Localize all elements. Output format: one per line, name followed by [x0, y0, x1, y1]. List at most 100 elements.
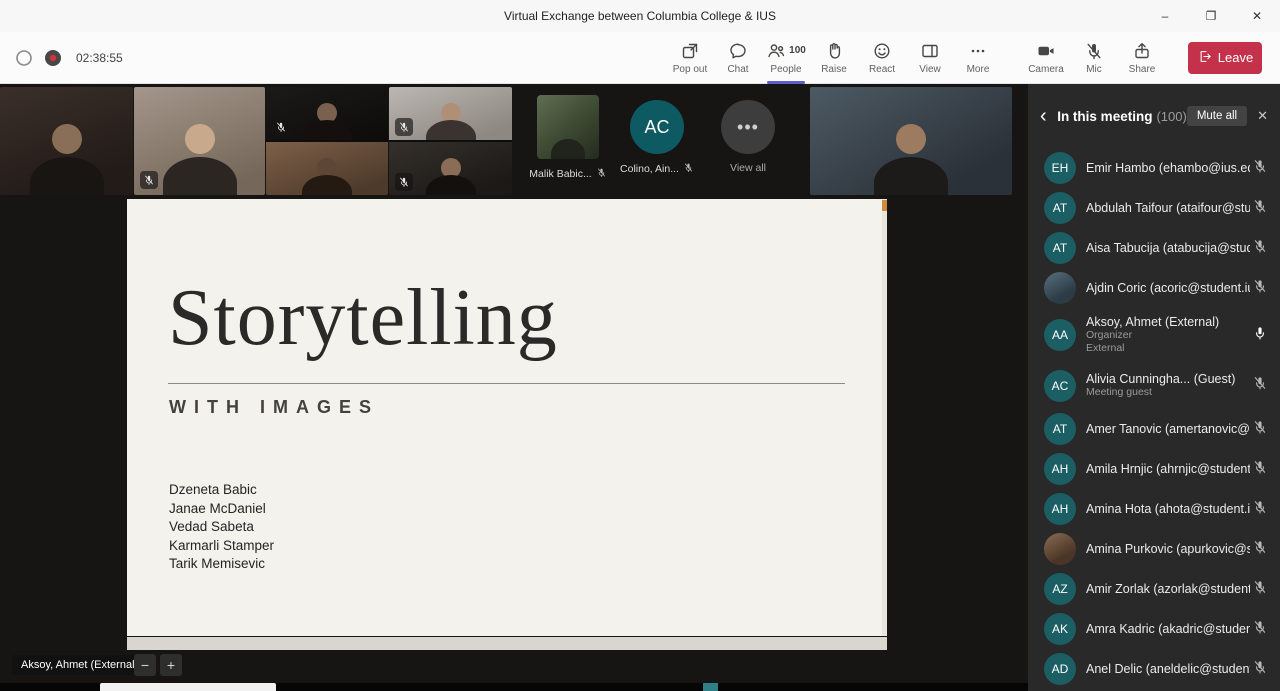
view-all-button[interactable]: ••• View all	[706, 87, 790, 195]
video-tile[interactable]	[266, 142, 388, 195]
more-button[interactable]: More	[954, 32, 1002, 84]
participant-text: Alivia Cunningha... (Guest) Meeting gues…	[1086, 372, 1250, 399]
meeting-stage: Malik Babic... AC Colino, Ain... ••• Vie…	[0, 84, 1028, 691]
avatar: AA	[1044, 319, 1076, 351]
back-chevron-icon[interactable]: ‹	[1040, 106, 1051, 126]
participants-panel: ‹ In this meeting (100) Mute all ✕ EH Em…	[1028, 84, 1280, 691]
participant-mic-status	[1250, 579, 1270, 600]
mic-muted-icon	[1252, 278, 1268, 299]
share-button[interactable]: Share	[1118, 32, 1166, 84]
participant-row[interactable]: EH Emir Hambo (ehambo@ius.edu...	[1028, 148, 1280, 188]
taskbar-search-box[interactable]	[100, 683, 276, 691]
people-icon	[766, 41, 786, 61]
participant-role: Meeting guest	[1086, 386, 1250, 399]
participant-row[interactable]: AT Aisa Tabucija (atabucija@student...	[1028, 228, 1280, 268]
participant-name: Amer Tanovic (amertanovic@stu...	[1086, 422, 1250, 436]
video-tile[interactable]	[389, 87, 512, 140]
chat-button[interactable]: Chat	[714, 32, 762, 84]
avatar	[1044, 533, 1076, 565]
participant-mic-status	[1250, 375, 1270, 396]
mic-muted-icon	[1252, 238, 1268, 259]
raise-hand-button[interactable]: Raise	[810, 32, 858, 84]
video-tile[interactable]	[0, 87, 133, 195]
participant-mic-status	[1250, 198, 1270, 219]
participant-name-label: Malik Babic...	[529, 168, 591, 180]
avatar: AD	[1044, 653, 1076, 685]
participant-mic-status	[1250, 419, 1270, 440]
os-taskbar-sliver[interactable]	[0, 683, 1028, 691]
mic-muted-icon	[1084, 41, 1104, 61]
participant-row[interactable]: AD Anel Delic (aneldelic@student.iu...	[1028, 649, 1280, 689]
video-tile[interactable]	[389, 142, 512, 195]
presenter-name-overlay: Aksoy, Ahmet (External)	[12, 655, 147, 675]
meeting-toolbar: 02:38:55 Pop out Chat 100 People	[0, 32, 1280, 84]
avatar: AK	[1044, 613, 1076, 645]
participant-text: Amina Hota (ahota@student.ius...	[1086, 502, 1250, 516]
view-all-label: View all	[730, 162, 766, 174]
participant-name: Amra Kadric (akadric@student.iu...	[1086, 622, 1250, 636]
participant-row[interactable]: Amina Purkovic (apurkovic@stu...	[1028, 529, 1280, 569]
participant-list: EH Emir Hambo (ehambo@ius.edu... AT Abdu…	[1028, 148, 1280, 691]
participant-row[interactable]: AK Amra Kadric (akadric@student.iu...	[1028, 609, 1280, 649]
view-button[interactable]: View	[906, 32, 954, 84]
video-tile-large[interactable]	[810, 87, 1012, 195]
people-button[interactable]: 100 People	[762, 32, 810, 84]
participant-mic-status	[1250, 238, 1270, 259]
taskbar-app-icon[interactable]	[703, 683, 718, 691]
participant-row[interactable]: AH Amina Hota (ahota@student.ius...	[1028, 489, 1280, 529]
mic-muted-icon	[1252, 419, 1268, 440]
participant-row[interactable]: AT Abdulah Taifour (ataifour@stude...	[1028, 188, 1280, 228]
meeting-timer: 02:38:55	[76, 51, 123, 65]
participant-row[interactable]: Ajdin Coric (acoric@student.ius...	[1028, 268, 1280, 308]
participant-row[interactable]: AH Amila Hrnjic (ahrnjic@student.iu...	[1028, 449, 1280, 489]
leave-icon	[1197, 49, 1212, 67]
slide-author: Tarik Memisevic	[169, 555, 274, 574]
camera-icon	[1036, 41, 1056, 61]
panel-title: In this meeting	[1057, 109, 1152, 124]
slide-subtitle: WITH IMAGES	[169, 397, 379, 418]
participant-row[interactable]: AC Alivia Cunningha... (Guest) Meeting g…	[1028, 362, 1280, 409]
slide-scrollbar[interactable]	[882, 199, 887, 636]
participant-role: External	[1086, 342, 1250, 355]
audio-participant-tile[interactable]: Malik Babic...	[524, 87, 612, 195]
participant-text: Amina Purkovic (apurkovic@stu...	[1086, 542, 1250, 556]
popout-button[interactable]: Pop out	[666, 32, 714, 84]
participant-name: Amir Zorlak (azorlak@student.iu...	[1086, 582, 1250, 596]
panel-close-icon[interactable]: ✕	[1257, 108, 1268, 124]
participant-row[interactable]: AT Amer Tanovic (amertanovic@stu...	[1028, 409, 1280, 449]
avatar: AH	[1044, 453, 1076, 485]
slide-author: Dzeneta Babic	[169, 481, 274, 500]
view-layout-icon	[920, 41, 940, 61]
mic-muted-icon	[1252, 375, 1268, 396]
participant-text: Abdulah Taifour (ataifour@stude...	[1086, 201, 1250, 215]
zoom-in-button[interactable]: +	[160, 654, 182, 676]
titlebar: Virtual Exchange between Columbia Colleg…	[0, 0, 1280, 32]
video-tile[interactable]	[134, 87, 265, 195]
participant-text: Anel Delic (aneldelic@student.iu...	[1086, 662, 1250, 676]
participant-row[interactable]: AA Aksoy, Ahmet (External) OrganizerExte…	[1028, 308, 1280, 362]
participant-text: Emir Hambo (ehambo@ius.edu...	[1086, 161, 1250, 175]
participant-text: Aksoy, Ahmet (External) OrganizerExterna…	[1086, 315, 1250, 355]
participants-panel-header: ‹ In this meeting (100) Mute all ✕	[1028, 84, 1280, 148]
maximize-button[interactable]: ❐	[1188, 0, 1234, 32]
mic-button[interactable]: Mic	[1070, 32, 1118, 84]
participant-row[interactable]: AZ Amir Zorlak (azorlak@student.iu...	[1028, 569, 1280, 609]
react-button[interactable]: React	[858, 32, 906, 84]
video-tile-stack	[389, 87, 512, 195]
close-button[interactable]: ✕	[1234, 0, 1280, 32]
video-tile[interactable]	[266, 87, 388, 140]
zoom-controls: − +	[134, 654, 182, 676]
camera-button[interactable]: Camera	[1022, 32, 1070, 84]
participant-mic-status	[1250, 539, 1270, 560]
minimize-button[interactable]: –	[1142, 0, 1188, 32]
zoom-out-button[interactable]: −	[134, 654, 156, 676]
slide-author: Karmarli Stamper	[169, 537, 274, 556]
popout-icon	[680, 41, 700, 61]
mute-all-button[interactable]: Mute all	[1187, 106, 1247, 126]
slide-scrollbar-thumb[interactable]	[882, 200, 887, 211]
participant-name: Abdulah Taifour (ataifour@stude...	[1086, 201, 1250, 215]
audio-participant-tile[interactable]: AC Colino, Ain...	[616, 87, 698, 195]
participant-initials-avatar: AC	[630, 100, 684, 154]
leave-button[interactable]: Leave	[1188, 42, 1262, 74]
teams-meeting-window: Virtual Exchange between Columbia Colleg…	[0, 0, 1280, 691]
